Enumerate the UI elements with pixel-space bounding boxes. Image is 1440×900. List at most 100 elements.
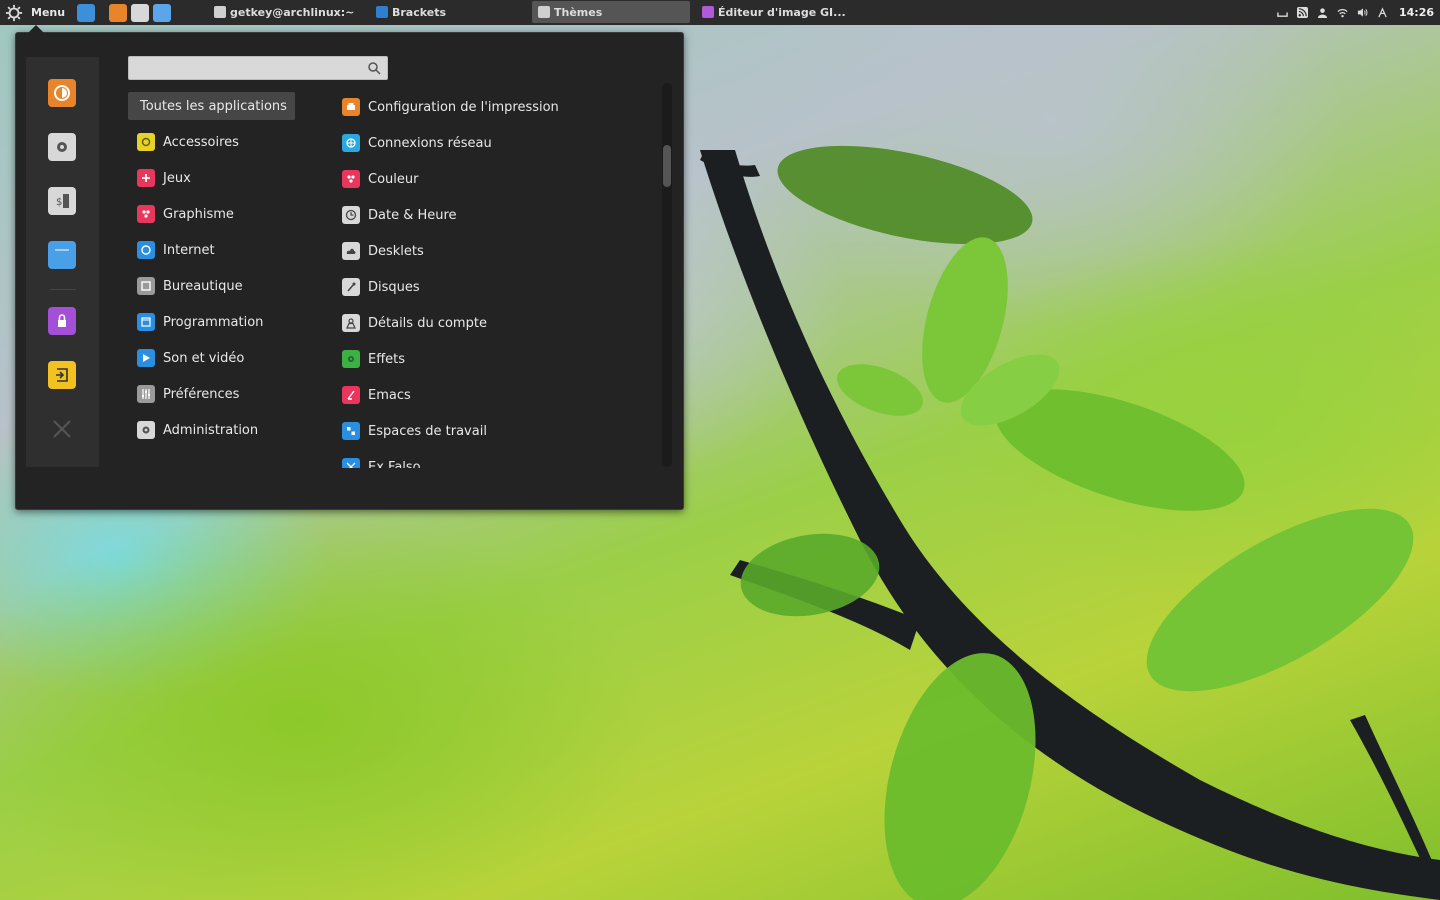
menu-button[interactable]: Menu [0,0,75,25]
application-menu: $ Toutes les applications Accessoires Je… [15,25,684,510]
app-emacs[interactable]: Emacs [342,377,660,413]
internet-icon [137,241,155,259]
logout-icon [56,368,68,382]
quit-button[interactable] [48,415,76,443]
quit-icon [53,420,71,438]
taskbar-item-gimp[interactable]: Éditeur d'image GI... [696,1,854,23]
app-label: Ex Falso [368,459,421,469]
lock-icon [58,314,66,327]
app-ex-falso[interactable]: Ex Falso [342,449,660,468]
app-label: Date & Heure [368,207,457,223]
app-printer-config[interactable]: Configuration de l'impression [342,89,660,125]
games-icon [137,169,155,187]
task-label: getkey@archlinux:~ [230,5,355,19]
printer-icon [342,98,360,116]
files-icon [55,249,69,251]
app-label: Desklets [368,243,424,259]
app-label: Connexions réseau [368,135,492,151]
top-panel: Menu getkey@archlinux:~ Brackets Thèmes … [0,0,1440,25]
category-label: Internet [163,242,215,258]
keyboard-icon[interactable] [1277,7,1288,18]
taskbar-item-themes[interactable]: Thèmes [532,1,690,23]
files2-launcher-icon[interactable] [153,3,172,22]
app-label: Configuration de l'impression [368,99,559,115]
task-label: Éditeur d'image GI... [718,5,846,19]
category-programming[interactable]: Programmation [128,304,328,340]
task-label: Thèmes [554,5,603,19]
app-label: Disques [368,279,420,295]
app-effects[interactable]: Effets [342,341,660,377]
account-icon [342,314,360,332]
category-graphics[interactable]: Graphisme [128,196,328,232]
favorites-bar: $ [26,57,99,467]
app-label: Détails du compte [368,315,487,331]
app-label: Emacs [368,387,411,403]
category-all-applications[interactable]: Toutes les applications [128,92,295,120]
desklets-icon [342,242,360,260]
lock-screen-button[interactable] [48,307,76,335]
administration-icon [137,421,155,439]
multimedia-icon [137,349,155,367]
accessibility-icon[interactable] [1377,7,1388,18]
task-label: Brackets [392,5,447,19]
favorite-terminal[interactable]: $ [48,187,76,215]
category-internet[interactable]: Internet [128,232,328,268]
category-multimedia[interactable]: Son et vidéo [128,340,328,376]
category-label: Bureautique [163,278,243,294]
rss-icon[interactable] [1296,7,1308,18]
terminal-icon: $ [56,194,69,208]
user-icon[interactable] [1317,7,1328,18]
taskbar-item-brackets[interactable]: Brackets [370,1,528,23]
workspaces-icon [342,422,360,440]
app-color[interactable]: Couleur [342,161,660,197]
system-tray: 14:26 [1277,0,1434,25]
search-input[interactable] [129,57,387,79]
category-label: Graphisme [163,206,234,222]
favorite-settings[interactable] [48,133,76,161]
search-box[interactable] [128,56,388,80]
category-office[interactable]: Bureautique [128,268,328,304]
application-list: Configuration de l'impression Connexions… [342,89,660,468]
gimp-icon [702,6,714,18]
firefox-icon [54,85,70,101]
category-list: Toutes les applications Accessoires Jeux… [128,92,328,448]
terminal-launcher-icon[interactable] [131,3,150,22]
terminal-icon [214,6,226,18]
volume-icon[interactable] [1357,7,1368,18]
category-label: Accessoires [163,134,239,150]
wifi-icon[interactable] [1337,7,1348,18]
effects-icon [342,350,360,368]
category-administration[interactable]: Administration [128,412,328,448]
category-preferences[interactable]: Préférences [128,376,328,412]
preferences-icon [137,385,155,403]
app-list-scrollbar[interactable] [662,83,672,467]
favorites-separator [50,289,76,290]
svg-text:$: $ [56,197,62,208]
category-label: Jeux [163,170,191,186]
app-disks[interactable]: Disques [342,269,660,305]
category-label: Préférences [163,386,240,402]
app-network-connections[interactable]: Connexions réseau [342,125,660,161]
clock[interactable]: 14:26 [1399,6,1434,19]
category-label: Programmation [163,314,264,330]
category-accessories[interactable]: Accessoires [128,124,328,160]
app-date-time[interactable]: Date & Heure [342,197,660,233]
programming-icon [137,313,155,331]
logout-button[interactable] [48,361,76,389]
app-label: Effets [368,351,406,367]
emacs-icon [342,386,360,404]
firefox-launcher-icon[interactable] [109,3,128,22]
settings-icon [57,142,67,152]
taskbar-item-terminal[interactable]: getkey@archlinux:~ [208,1,366,23]
app-desklets[interactable]: Desklets [342,233,660,269]
exfalso-icon [342,458,360,468]
app-account-details[interactable]: Détails du compte [342,305,660,341]
app-workspaces[interactable]: Espaces de travail [342,413,660,449]
clock-icon [342,206,360,224]
category-games[interactable]: Jeux [128,160,328,196]
favorite-files[interactable] [48,241,76,269]
scrollbar-thumb[interactable] [663,145,671,187]
office-icon [137,277,155,295]
files-launcher-icon[interactable] [77,3,96,22]
favorite-firefox[interactable] [48,79,76,107]
